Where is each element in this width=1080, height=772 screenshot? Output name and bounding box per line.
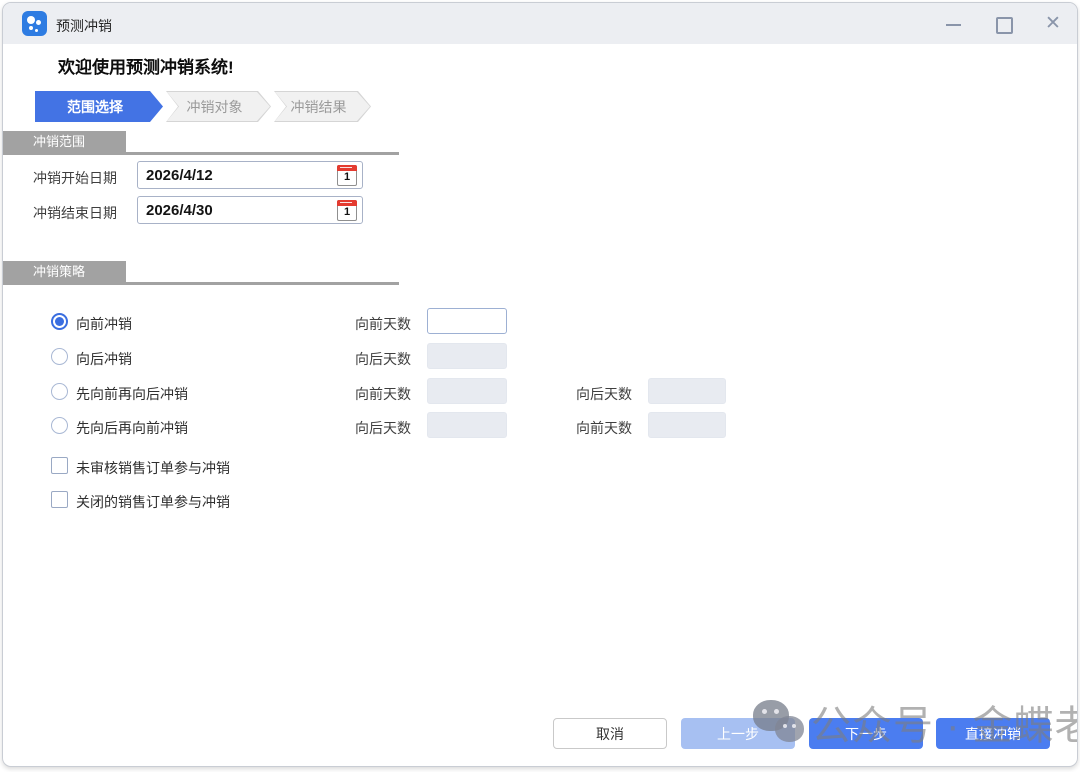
radio-backward-then-forward-label: 先向后再向前冲销 [76, 418, 188, 438]
end-date-input[interactable] [146, 197, 321, 223]
end-date-field[interactable]: 1 [137, 196, 363, 224]
radio-forward[interactable] [51, 313, 68, 330]
window-title: 预测冲销 [56, 16, 112, 36]
close-icon[interactable]: ✕ [1043, 14, 1063, 34]
checkbox-closed-orders[interactable] [51, 491, 68, 508]
btf-forward-days-input [649, 413, 725, 437]
section-title-strategy: 冲销策略 [3, 261, 126, 282]
backward-days-input [428, 344, 506, 368]
minimize-icon[interactable] [943, 14, 963, 34]
btf-backward-days-field [427, 412, 507, 438]
section-header-range: 冲销范围 [3, 131, 399, 155]
btf-forward-days-field [648, 412, 726, 438]
wizard-step-target[interactable]: 冲销对象 [166, 91, 271, 122]
title-bar: 预测冲销 ✕ [3, 3, 1077, 44]
section-header-strategy: 冲销策略 [3, 261, 399, 285]
radio-forward-then-backward[interactable] [51, 383, 68, 400]
dialog-window: 预测冲销 ✕ 欢迎使用预测冲销系统! 范围选择 冲销对象 冲销结果 [2, 2, 1078, 767]
cancel-button[interactable]: 取消 [553, 718, 667, 749]
checkbox-unaudited-orders-label: 未审核销售订单参与冲销 [76, 458, 230, 478]
checkbox-unaudited-orders[interactable] [51, 457, 68, 474]
ftb-backward-days-input [649, 379, 725, 403]
section-title-range: 冲销范围 [3, 131, 126, 152]
direct-writeoff-button[interactable]: 直接冲销 [936, 718, 1050, 749]
btf-backward-days-input [428, 413, 506, 437]
radio-backward-label: 向后冲销 [76, 349, 132, 369]
forward-days-label: 向前天数 [355, 314, 411, 334]
maximize-icon[interactable] [993, 14, 1013, 34]
window-controls: ✕ [943, 3, 1063, 44]
forward-days-input[interactable] [428, 309, 506, 333]
backward-days-field [427, 343, 507, 369]
backward-days-label: 向后天数 [355, 349, 411, 369]
screen: 预测冲销 ✕ 欢迎使用预测冲销系统! 范围选择 冲销对象 冲销结果 [0, 0, 1080, 772]
btf-forward-days-label: 向前天数 [576, 418, 632, 438]
ftb-backward-days-field [648, 378, 726, 404]
wizard-step-result[interactable]: 冲销结果 [274, 91, 371, 122]
calendar-icon[interactable]: 1 [337, 200, 357, 221]
ftb-backward-days-label: 向后天数 [576, 384, 632, 404]
forward-days-field[interactable] [427, 308, 507, 334]
ftb-forward-days-label: 向前天数 [355, 384, 411, 404]
end-date-label: 冲销结束日期 [33, 203, 117, 223]
previous-step-button[interactable]: 上一步 [681, 718, 795, 749]
checkbox-closed-orders-label: 关闭的销售订单参与冲销 [76, 492, 230, 512]
radio-forward-label: 向前冲销 [76, 314, 132, 334]
radio-backward[interactable] [51, 348, 68, 365]
radio-forward-then-backward-label: 先向前再向后冲销 [76, 384, 188, 404]
ftb-forward-days-field [427, 378, 507, 404]
start-date-label: 冲销开始日期 [33, 168, 117, 188]
page-title: 欢迎使用预测冲销系统! [58, 53, 234, 78]
wizard-step-range[interactable]: 范围选择 [35, 91, 163, 122]
radio-backward-then-forward[interactable] [51, 417, 68, 434]
next-step-button[interactable]: 下一步 [809, 718, 923, 749]
ftb-forward-days-input [428, 379, 506, 403]
start-date-input[interactable] [146, 162, 321, 188]
btf-backward-days-label: 向后天数 [355, 418, 411, 438]
app-logo-icon [22, 11, 47, 36]
start-date-field[interactable]: 1 [137, 161, 363, 189]
calendar-icon[interactable]: 1 [337, 165, 357, 186]
